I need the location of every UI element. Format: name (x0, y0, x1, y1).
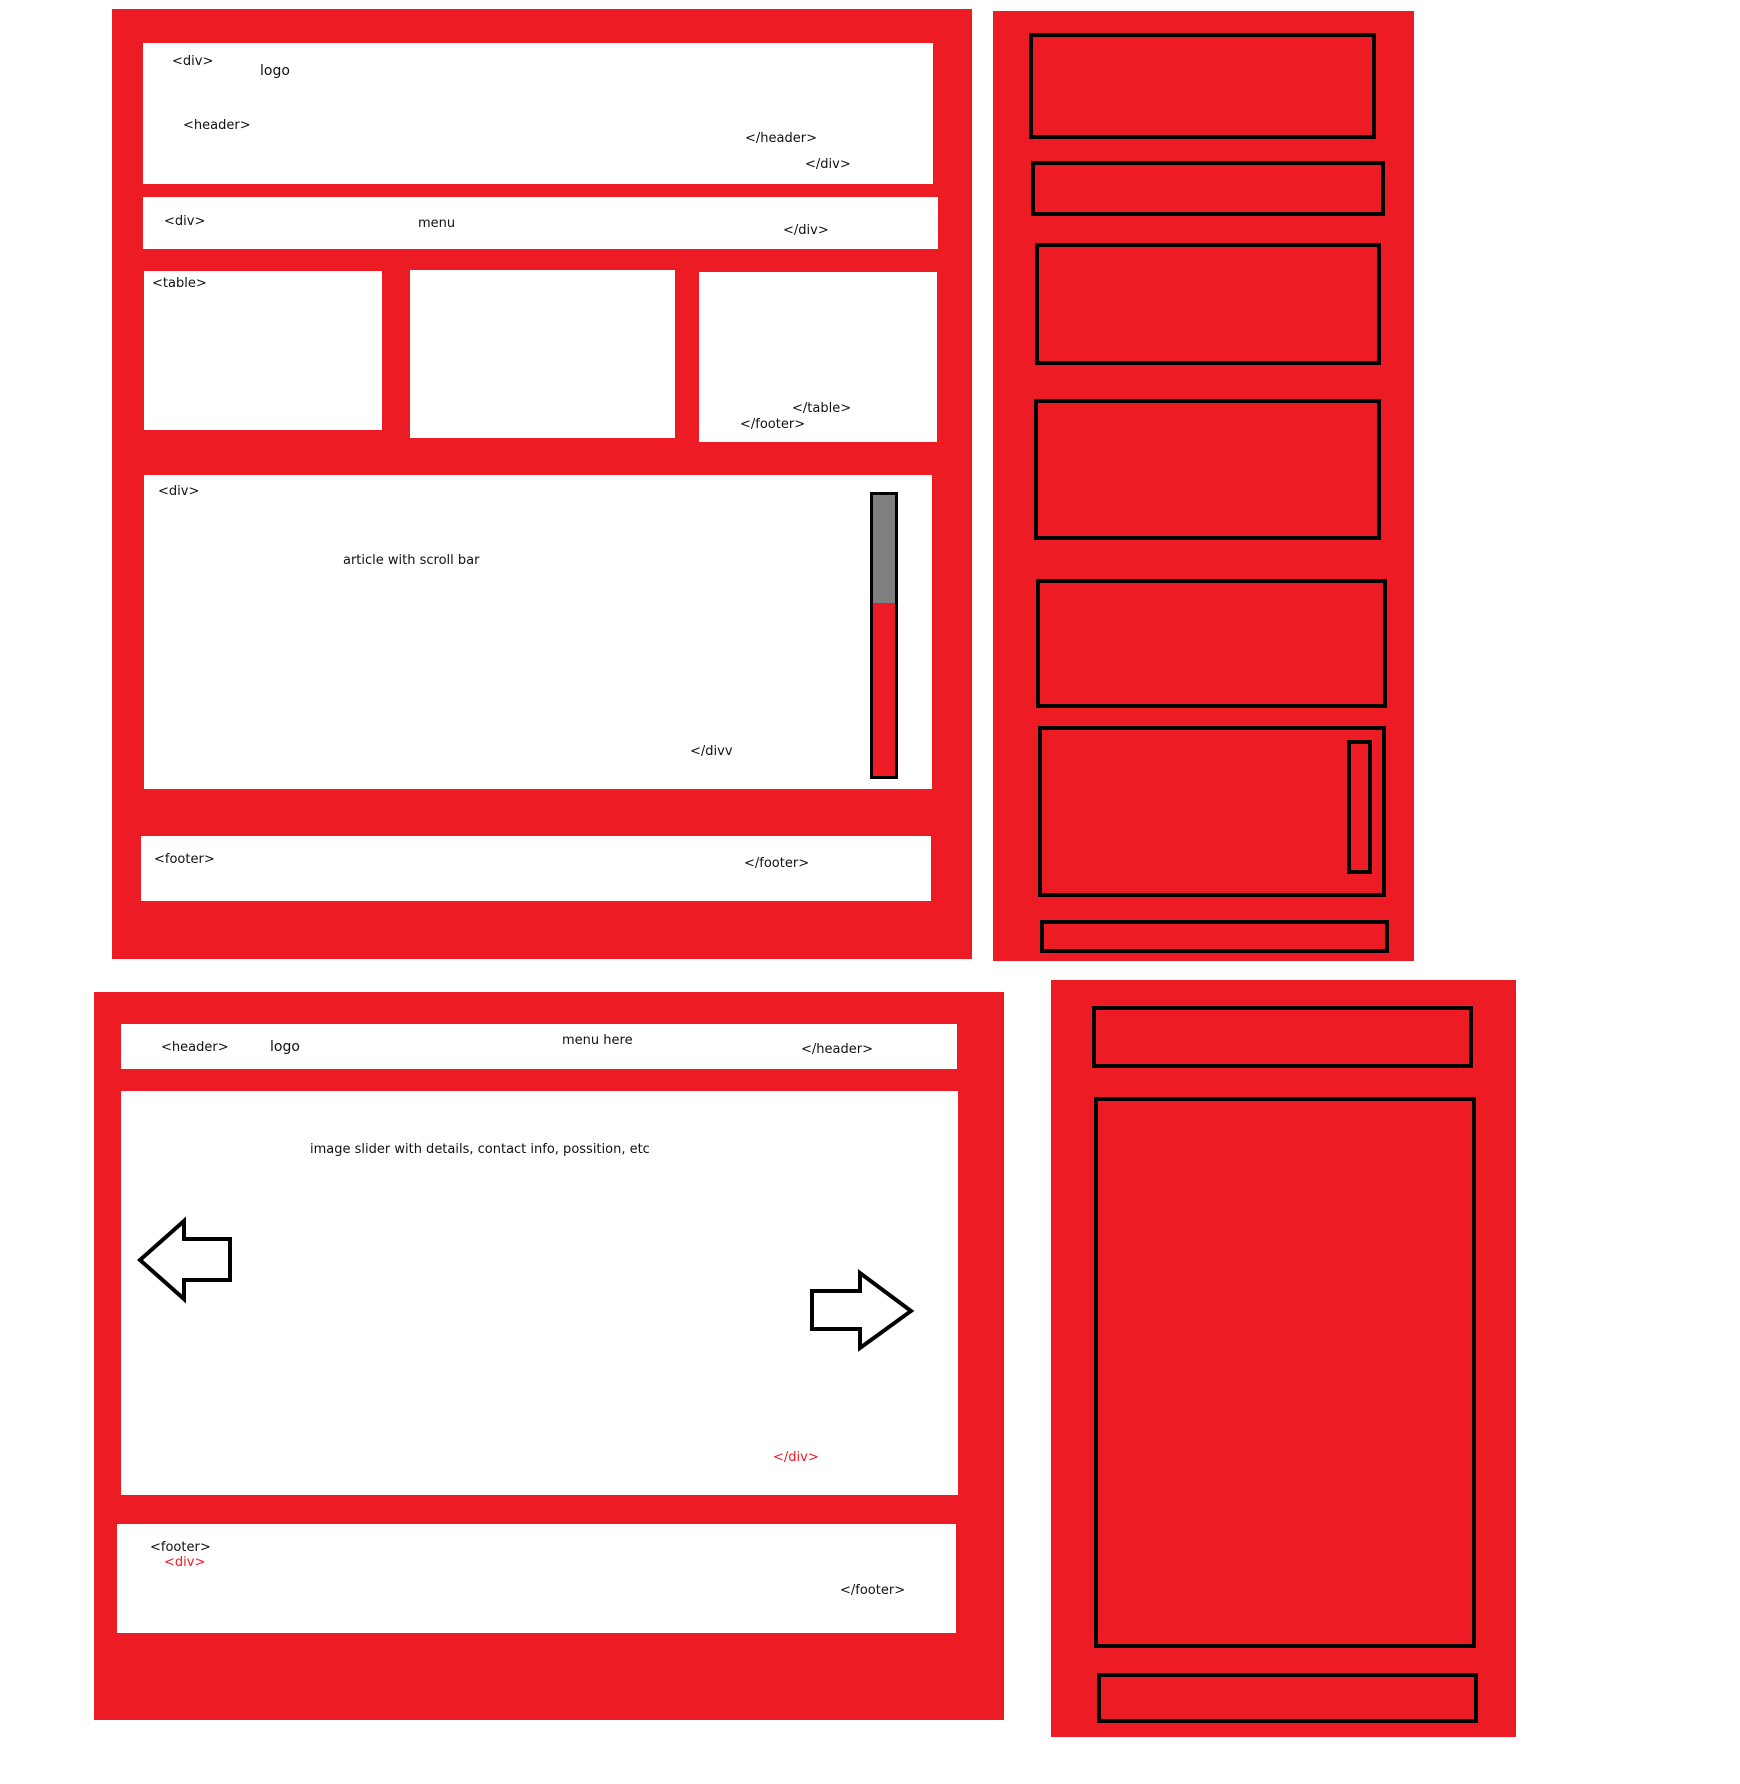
desktop-footer-close: </footer> (744, 856, 810, 871)
arrow-left-icon[interactable] (136, 1216, 233, 1304)
desktop-header-open-header: <header> (183, 118, 251, 133)
landing-slider-close-div: </div> (773, 1450, 819, 1465)
desktop-table-cell-1 (144, 271, 382, 430)
desktop-table-cell-2 (410, 270, 675, 438)
desktop-table-close: </table> (792, 401, 852, 416)
desktop-table-open: <table> (152, 276, 207, 291)
desktop-logo: logo (260, 63, 290, 79)
mobile-article-block (1038, 726, 1386, 897)
desktop-header-close-div: </div> (805, 157, 851, 172)
mobile-footer-block (1040, 920, 1389, 953)
desktop-header-close-header: </header> (745, 131, 817, 146)
mobile-menu-block (1031, 161, 1385, 216)
landing-footer-close: </footer> (840, 1583, 906, 1598)
landing-slider-label: image slider with details, contact info,… (310, 1142, 650, 1157)
mobile-landing-header-block (1092, 1006, 1473, 1068)
landing-header-close: </header> (801, 1042, 873, 1057)
mobile-table-block-1 (1035, 243, 1381, 365)
mobile-header-block (1029, 33, 1376, 139)
landing-footer-open: <footer> (150, 1540, 211, 1555)
desktop-footer-open: <footer> (154, 852, 215, 867)
landing-logo: logo (270, 1039, 300, 1055)
landing-footer-open-div: <div> (164, 1555, 206, 1570)
desktop-article-close-div: </divv (690, 744, 733, 759)
desktop-menu-open-div: <div> (164, 214, 206, 229)
desktop-footer-box (141, 836, 931, 901)
desktop-article-open-div: <div> (158, 484, 200, 499)
desktop-header-open-div: <div> (172, 54, 214, 69)
desktop-article-label: article with scroll bar (343, 553, 480, 568)
desktop-article-box (144, 475, 932, 789)
mobile-article-scrollbar (1347, 740, 1372, 874)
mobile-table-block-2 (1034, 399, 1381, 540)
landing-menu[interactable]: menu here (562, 1034, 633, 1047)
arrow-right-icon[interactable] (810, 1269, 915, 1352)
desktop-article-scrollbar[interactable] (870, 492, 898, 779)
desktop-table-close-footer: </footer> (740, 417, 806, 432)
desktop-menu-label: menu (418, 216, 456, 231)
mobile-landing-slider-block (1094, 1097, 1476, 1648)
scrollbar-thumb[interactable] (873, 495, 895, 603)
desktop-menu-close-div: </div> (783, 223, 829, 238)
landing-footer-box (117, 1524, 956, 1633)
mobile-table-block-3 (1036, 579, 1387, 708)
landing-header-open: <header> (161, 1040, 229, 1055)
mobile-landing-footer-block (1097, 1673, 1478, 1723)
desktop-table-cell-3 (699, 272, 937, 442)
